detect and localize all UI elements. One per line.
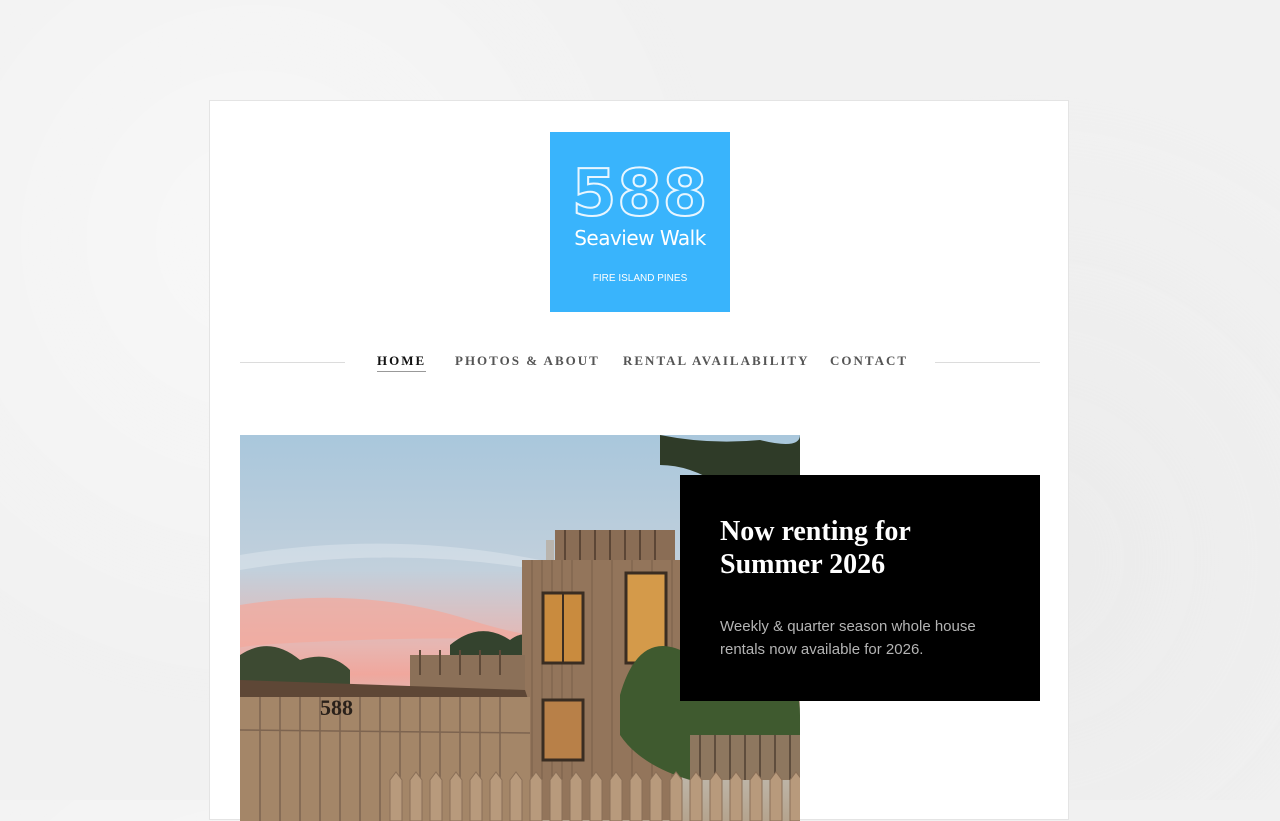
nav-item-photos-about[interactable]: PHOTOS & ABOUT (455, 353, 600, 369)
page-card: 588 Seaview Walk FIRE ISLAND PINES HOME … (209, 100, 1069, 821)
house-number-sign: 588 (320, 695, 353, 720)
promo-card: Now renting for Summer 2026 Weekly & qua… (680, 475, 1040, 701)
nav-item-contact[interactable]: CONTACT (830, 353, 908, 369)
logo-number: 588 (571, 157, 709, 231)
nav-item-home[interactable]: HOME (377, 353, 427, 372)
promo-title-line-2: Summer 2026 (720, 549, 886, 580)
nav-divider-left (240, 362, 345, 363)
promo-text-line-2: rentals now available for 2026. (720, 641, 924, 658)
logo-name: Seaview Walk (574, 226, 706, 250)
nav-divider-right (935, 362, 1040, 363)
promo-title: Now renting for Summer 2026 (720, 515, 1000, 581)
nav-item-rental-availability[interactable]: RENTAL AVAILABILITY (623, 353, 809, 369)
logo-location: FIRE ISLAND PINES (592, 273, 688, 284)
site-logo[interactable]: 588 Seaview Walk FIRE ISLAND PINES (550, 132, 730, 312)
promo-title-line-1: Now renting for (720, 516, 911, 547)
promo-text-line-1: Weekly & quarter season whole house (720, 618, 976, 635)
main-navigation: HOME PHOTOS & ABOUT RENTAL AVAILABILITY … (240, 351, 1040, 375)
promo-description: Weekly & quarter season whole house rent… (720, 615, 1000, 661)
